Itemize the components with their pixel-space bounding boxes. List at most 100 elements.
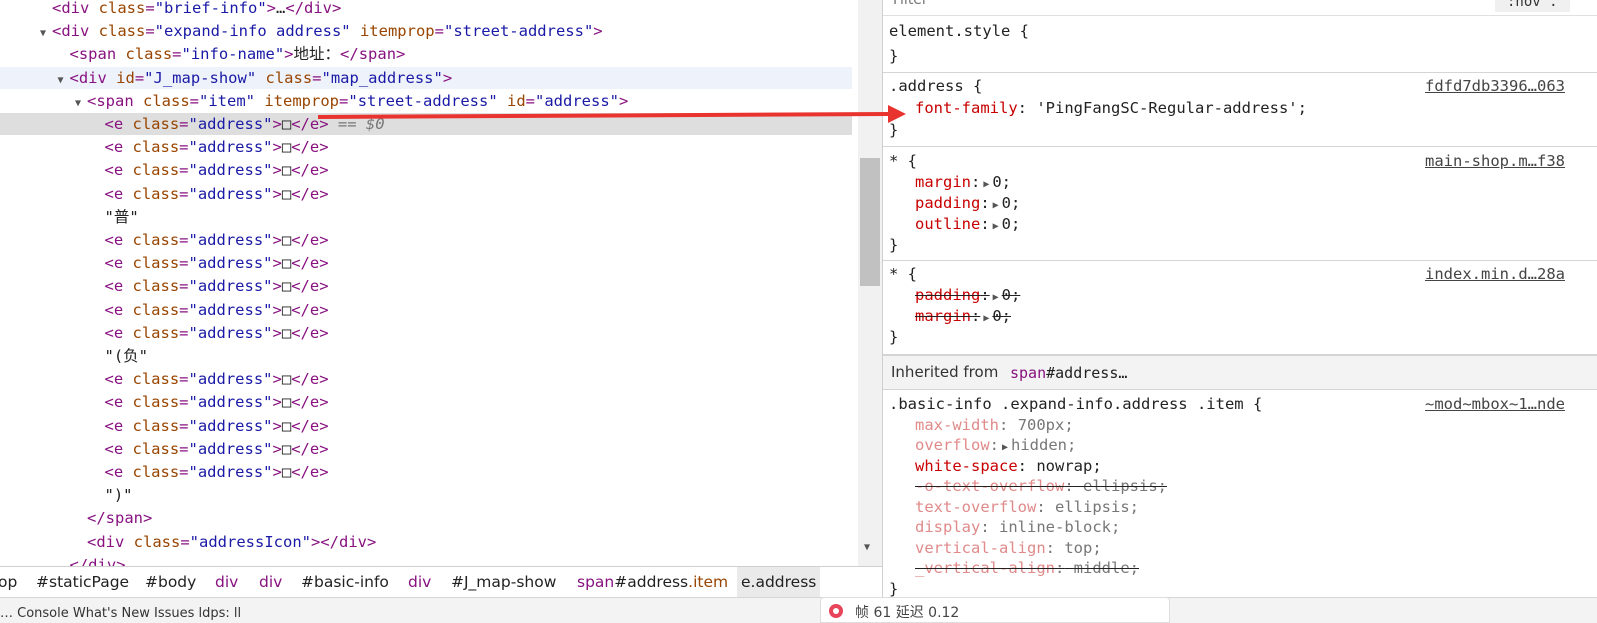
scrollbar-thumb[interactable] [860,158,880,286]
breadcrumb-item[interactable]: div [255,567,286,597]
tree-node-line[interactable]: <div class="addressIcon"></div> [0,531,852,553]
css-declaration[interactable]: text-overflow: ellipsis; [915,497,1139,518]
breadcrumb-item[interactable]: e.address [737,567,821,597]
css-property-value[interactable]: ellipsis; [1083,477,1167,495]
css-property-name[interactable]: margin [915,307,971,325]
rule-source-link[interactable]: fdfd7db3396…063 [1425,76,1565,97]
rule-source-link[interactable]: ~mod~mbox~1…nde [1425,394,1565,415]
css-declaration[interactable]: display: inline-block; [915,517,1120,538]
rule-selector[interactable]: * { [889,265,917,283]
rule-selector[interactable]: .address { [889,77,982,95]
css-declaration[interactable]: margin: ▶ 0; [915,306,1011,327]
tree-node-line[interactable]: <e class="address">□</e> [0,391,852,413]
breadcrumb-item[interactable]: div [404,567,435,597]
tree-node-line[interactable]: "普" [0,206,852,228]
expand-shorthand-icon[interactable]: ▶ [980,308,992,329]
css-declaration[interactable]: padding: ▶ 0; [915,193,1020,214]
css-property-value[interactable]: 0; [992,307,1011,325]
tree-node-line[interactable]: ▼ <span class="item" itemprop="street-add… [0,90,852,112]
tree-node-line[interactable]: <span class="info-name">地址：</span> [0,43,852,65]
css-property-name[interactable]: display [915,518,980,536]
css-declaration[interactable]: font-family: 'PingFangSC-Regular-address… [915,98,1307,119]
breadcrumb-item[interactable]: div [211,567,242,597]
expand-shorthand-icon[interactable]: ▶ [980,174,992,195]
tree-node-line[interactable]: <e class="address">□</e> [0,183,852,205]
tree-node-line[interactable]: </div> [0,554,852,566]
tree-node-line[interactable]: ▼ <div class="expand-info address" itempr… [0,20,852,42]
css-declaration[interactable]: max-width: 700px; [915,415,1074,436]
css-declaration[interactable]: -o-text-overflow: ellipsis; [915,476,1167,497]
tree-node-line[interactable]: <e class="address">□</e> [0,322,852,344]
css-property-value[interactable]: 'PingFangSC-Regular-address'; [1036,99,1307,117]
scroll-down-arrow-icon[interactable]: ▼ [864,542,870,553]
rule-selector[interactable]: * { [889,152,917,170]
breadcrumb-item[interactable]: #J_map-show [447,567,560,597]
dom-tree-scrollbar[interactable]: ▼ [858,0,882,566]
css-declaration[interactable]: padding: ▶ 0; [915,285,1020,306]
inherited-element-link[interactable]: span#address… [1010,364,1127,382]
tree-node-line[interactable]: <e class="address">□</e> [0,229,852,251]
styles-filter-input[interactable] [893,0,1193,8]
css-property-value[interactable]: nowrap; [1036,457,1101,475]
tree-node-line[interactable]: <e class="address">□</e> [0,299,852,321]
css-property-name[interactable]: margin [915,173,971,191]
breadcrumb-item[interactable]: span#address.item [573,567,732,597]
hov-toggle-button[interactable]: :hov . [1495,0,1570,12]
css-property-name[interactable]: font-family [915,99,1018,117]
breadcrumb-item[interactable]: #staticPage [32,567,133,597]
css-property-value[interactable]: 0; [992,173,1011,191]
tree-node-line[interactable]: "(负" [0,345,852,367]
css-property-value[interactable]: middle; [1074,559,1139,577]
css-property-value[interactable]: hidden; [1011,436,1076,454]
tree-node-line[interactable]: <div class="brief-info">…</div> [0,0,852,19]
tree-node-line[interactable]: <e class="address">□</e> [0,136,852,158]
css-declaration[interactable]: vertical-align: top; [915,538,1102,559]
css-property-value[interactable]: 0; [1002,215,1021,233]
tree-node-line[interactable]: <e class="address">□</e> == $0 [0,113,852,135]
css-property-name[interactable]: outline [915,215,980,233]
css-property-name[interactable]: vertical-align [915,539,1046,557]
expand-shorthand-icon[interactable]: ▶ [990,195,1002,216]
rule-selector[interactable]: .basic-info .expand-info.address .item { [889,395,1262,413]
tree-node-line[interactable]: <e class="address">□</e> [0,159,852,181]
rule-source-link[interactable]: main-shop.m…f38 [1425,151,1565,172]
expand-shorthand-icon[interactable]: ▶ [990,216,1002,237]
expand-shorthand-icon[interactable]: ▶ [990,287,1002,308]
tree-node-line[interactable]: ▼ <div id="J_map-show" class="map_address… [0,66,852,92]
css-property-value[interactable]: 0; [1002,286,1021,304]
css-declaration[interactable]: outline: ▶ 0; [915,214,1020,235]
tree-node-line[interactable]: </span> [0,507,852,529]
css-property-value[interactable]: 700px; [1018,416,1074,434]
breadcrumb-item[interactable]: #basic-info [297,567,393,597]
css-property-value[interactable]: 0; [1002,194,1021,212]
expand-triangle-icon[interactable]: ▼ [58,70,70,92]
expand-triangle-icon[interactable]: ▼ [75,93,87,115]
tree-node-line[interactable]: <e class="address">□</e> [0,275,852,297]
css-property-value[interactable]: top; [1064,539,1101,557]
css-property-name[interactable]: -o-text-overflow [915,477,1064,495]
breadcrumb-item[interactable]: #body [141,567,200,597]
tree-node-line[interactable]: <e class="address">□</e> [0,252,852,274]
expand-triangle-icon[interactable]: ▼ [40,23,52,45]
css-property-name[interactable]: padding [915,286,980,304]
tree-node-line[interactable]: <e class="address">□</e> [0,438,852,460]
breadcrumb-item[interactable]: op [0,567,21,597]
css-property-name[interactable]: text-overflow [915,498,1036,516]
css-property-name[interactable]: max-width [915,416,999,434]
rule-source-link[interactable]: index.min.d…28a [1425,264,1565,285]
css-property-name[interactable]: overflow [915,436,990,454]
tree-node-line[interactable]: <e class="address">□</e> [0,415,852,437]
css-property-value[interactable]: ellipsis; [1055,498,1139,516]
css-declaration[interactable]: _vertical-align: middle; [915,558,1139,579]
css-declaration[interactable]: overflow: ▶ hidden; [915,435,1076,456]
css-property-name[interactable]: _vertical-align [915,559,1055,577]
tree-node-line[interactable]: <e class="address">□</e> [0,461,852,483]
css-property-name[interactable]: padding [915,194,980,212]
css-property-name[interactable]: white-space [915,457,1018,475]
element-style-selector[interactable]: element.style { [889,22,1029,40]
css-declaration[interactable]: white-space: nowrap; [915,456,1102,477]
css-property-value[interactable]: inline-block; [999,518,1120,536]
tree-node-line[interactable]: <e class="address">□</e> [0,368,852,390]
css-declaration[interactable]: margin: ▶ 0; [915,172,1011,193]
tree-node-line[interactable]: ")" [0,484,852,506]
